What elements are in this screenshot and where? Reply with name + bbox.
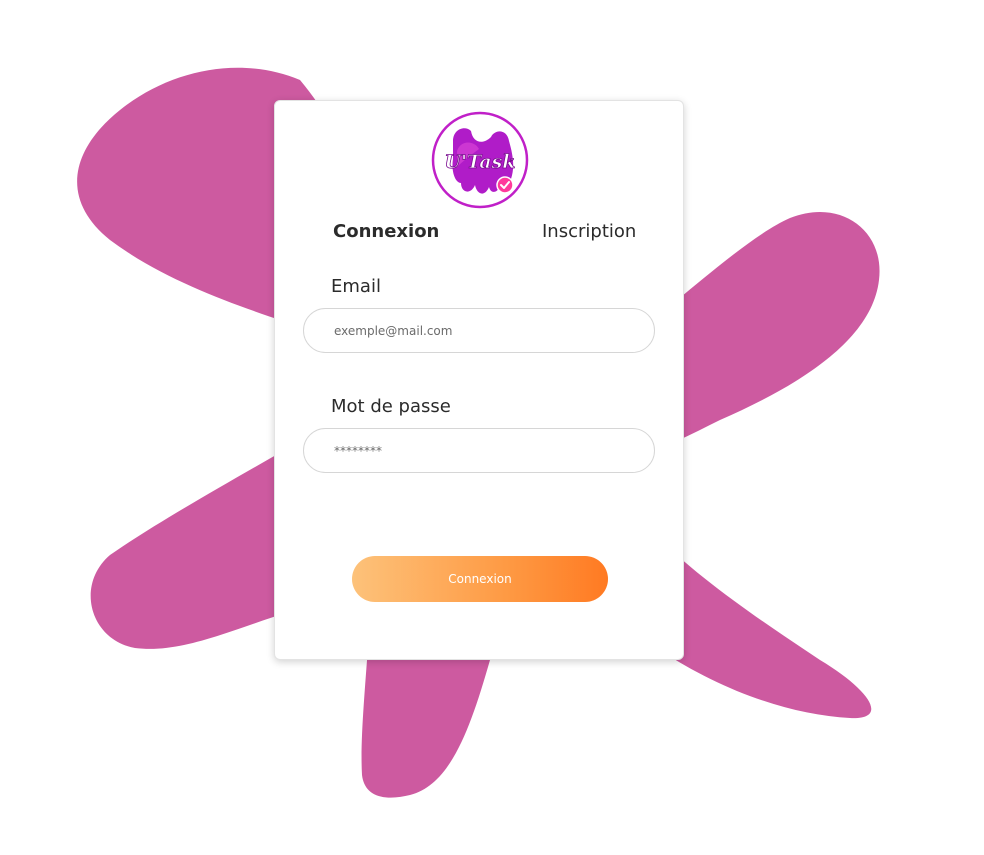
email-label: Email (331, 276, 381, 297)
logo-wordmark: U'Task (445, 151, 516, 173)
tab-register[interactable]: Inscription (542, 221, 636, 242)
password-input[interactable] (303, 428, 655, 473)
login-card: U'Task Connexion Inscription Email Mot d… (274, 100, 684, 660)
email-input[interactable] (303, 308, 655, 353)
utask-logo: U'Task (431, 111, 529, 209)
page-root: U'Task Connexion Inscription Email Mot d… (0, 0, 984, 855)
password-label: Mot de passe (331, 396, 451, 417)
login-submit-button[interactable]: Connexion (352, 556, 608, 602)
tab-login[interactable]: Connexion (333, 221, 439, 242)
